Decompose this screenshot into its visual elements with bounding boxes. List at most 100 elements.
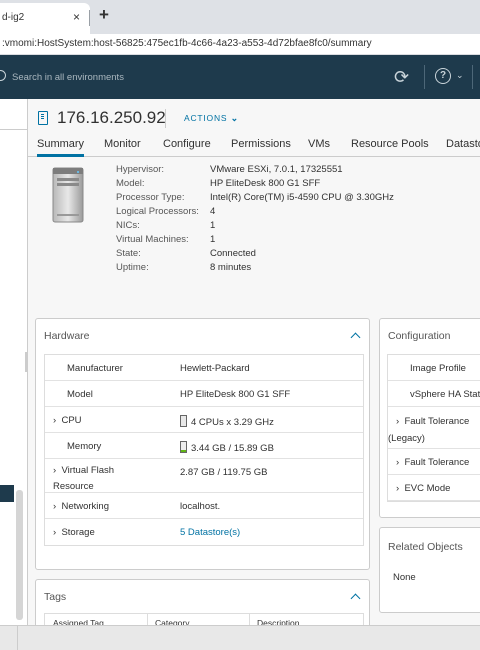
address-bar[interactable]: :vmomi:HostSystem:host-56825:475ec1fb-4c… — [0, 34, 480, 55]
row-value: 3.44 GB / 15.89 GB — [180, 441, 274, 454]
row-label-text: (Legacy) — [388, 433, 425, 444]
global-search-input[interactable]: Search in all environments — [12, 72, 124, 83]
row-value: 4 CPUs x 3.29 GHz — [180, 415, 274, 428]
row-label[interactable]: › Fault Tolerance (Legacy) — [388, 413, 470, 447]
info-value: 8 minutes — [210, 262, 252, 273]
table-row[interactable]: › CPU 4 CPUs x 3.29 GHz — [45, 407, 363, 433]
panel-title: Tags — [44, 591, 67, 603]
chevron-right-icon[interactable]: › — [396, 457, 399, 468]
bottom-bar — [0, 625, 480, 650]
table-row: Memory 3.44 GB / 15.89 GB — [45, 433, 363, 459]
browser-tab-title: d-ig2 — [2, 12, 25, 23]
chevron-right-icon[interactable]: › — [53, 501, 56, 512]
row-label: Memory — [67, 441, 102, 452]
info-value: VMware ESXi, 7.0.1, 17325551 — [210, 164, 343, 175]
bottom-bar-segment — [0, 626, 18, 650]
table-row[interactable]: › Virtual Flash Resource 2.87 GB / 119.75… — [45, 459, 363, 493]
info-label: Model: — [116, 178, 145, 189]
search-icon[interactable] — [0, 70, 6, 81]
chevron-right-icon[interactable]: › — [396, 416, 399, 427]
row-label[interactable]: › Fault Tolerance — [396, 457, 469, 468]
panel-title: Configuration — [388, 330, 451, 342]
row-label-text: EVC Mode — [404, 483, 451, 494]
row-label[interactable]: › Networking — [53, 501, 109, 512]
table-row: Manufacturer Hewlett-Packard — [45, 355, 363, 381]
table-row[interactable]: › Storage 5 Datastore(s) — [45, 519, 363, 545]
row-label-text: Resource — [53, 481, 94, 492]
splitter-handle[interactable] — [25, 352, 28, 372]
table-row[interactable]: › Fault Tolerance — [388, 449, 480, 475]
row-label[interactable]: › Storage — [53, 527, 95, 538]
row-label-text: Networking — [61, 501, 109, 512]
datastores-link[interactable]: 5 Datastore(s) — [180, 527, 240, 538]
row-label-text: Virtual Flash — [61, 465, 115, 476]
table-row[interactable]: › EVC Mode — [388, 475, 480, 501]
cpu-usage-gauge — [180, 415, 187, 427]
info-value: Intel(R) Core(TM) i5-4590 CPU @ 3.30GHz — [210, 192, 394, 203]
row-label[interactable]: › Virtual Flash Resource — [53, 463, 114, 495]
table-row: vSphere HA Stat — [388, 381, 480, 407]
collapse-icon[interactable] — [350, 593, 361, 604]
row-label[interactable]: › EVC Mode — [396, 483, 450, 494]
info-label: Logical Processors: — [116, 206, 199, 217]
info-label: Uptime: — [116, 262, 149, 273]
host-icon — [38, 111, 48, 125]
header-divider — [472, 65, 473, 89]
chevron-right-icon[interactable]: › — [53, 527, 56, 538]
related-objects-value: None — [393, 572, 416, 583]
tab-configure[interactable]: Configure — [163, 138, 211, 150]
row-label: Image Profile — [410, 363, 466, 374]
table-row: Image Profile — [388, 355, 480, 381]
tab-datastores[interactable]: Datasto — [446, 138, 480, 150]
panel-title: Hardware — [44, 330, 90, 342]
page-title: 176.16.250.92 — [57, 108, 166, 127]
hardware-table: Manufacturer Hewlett-Packard Model HP El… — [44, 354, 364, 546]
url-text[interactable]: :vmomi:HostSystem:host-56825:475ec1fb-4c… — [2, 38, 372, 49]
help-icon[interactable]: ? — [435, 68, 451, 84]
close-icon[interactable]: × — [73, 10, 80, 24]
tab-summary[interactable]: Summary — [37, 138, 85, 157]
chevron-down-icon: ⌄ — [230, 113, 239, 123]
info-label: Processor Type: — [116, 192, 185, 203]
info-label: State: — [116, 248, 141, 259]
row-label-text: Fault Tolerance — [404, 416, 470, 427]
memory-value: 3.44 GB / 15.89 GB — [191, 443, 274, 454]
new-tab-icon[interactable]: + — [99, 5, 109, 25]
tab-vms[interactable]: VMs — [308, 138, 330, 150]
info-label: NICs: — [116, 220, 140, 231]
configuration-panel: Configuration Image Profile vSphere HA S… — [379, 318, 480, 518]
row-label-text: Fault Tolerance — [404, 457, 470, 468]
header-divider — [424, 65, 425, 89]
table-row[interactable]: › Fault Tolerance (Legacy) — [388, 407, 480, 449]
hardware-panel: Hardware Manufacturer Hewlett-Packard Mo… — [35, 318, 370, 570]
tab-divider — [89, 10, 90, 26]
app-header: Search in all environments ⟳ ? ⌄ — [0, 55, 480, 99]
browser-tab-bar: d-ig2 × + — [0, 0, 480, 34]
navigator-pane — [0, 99, 28, 625]
tab-monitor[interactable]: Monitor — [104, 138, 141, 150]
row-label-text: Storage — [61, 527, 95, 538]
chevron-right-icon[interactable]: › — [53, 415, 56, 426]
server-icon — [52, 167, 84, 223]
refresh-icon[interactable]: ⟳ — [394, 67, 409, 88]
table-row[interactable]: › Networking localhost. — [45, 493, 363, 519]
chevron-right-icon[interactable]: › — [53, 465, 56, 476]
chevron-down-icon[interactable]: ⌄ — [456, 70, 464, 81]
chevron-right-icon[interactable]: › — [396, 483, 399, 494]
tab-resource-pools[interactable]: Resource Pools — [351, 138, 429, 150]
info-value: Connected — [210, 248, 256, 259]
cpu-value: 4 CPUs x 3.29 GHz — [191, 417, 274, 428]
row-label: vSphere HA Stat — [410, 389, 480, 400]
browser-tab[interactable]: d-ig2 × — [0, 3, 90, 34]
row-label: Manufacturer — [67, 363, 123, 374]
collapse-icon[interactable] — [350, 332, 361, 343]
row-label[interactable]: › CPU — [53, 415, 82, 426]
configuration-table: Image Profile vSphere HA Stat › Fault To… — [387, 354, 480, 502]
navigator-scrollbar[interactable] — [16, 490, 23, 620]
row-value: Hewlett-Packard — [180, 363, 250, 374]
object-tabs: Summary Monitor Configure Permissions VM… — [28, 135, 480, 157]
navigator-selected-item[interactable] — [0, 485, 14, 502]
tab-permissions[interactable]: Permissions — [231, 138, 291, 150]
table-row: Model HP EliteDesk 800 G1 SFF — [45, 381, 363, 407]
actions-button[interactable]: ACTIONS ⌄ — [184, 113, 239, 124]
